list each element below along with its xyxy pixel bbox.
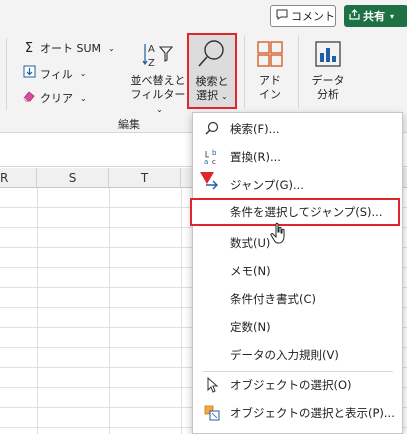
analyze-data-label-2: 分析 — [317, 88, 339, 101]
chevron-down-icon: ⌄ — [80, 93, 87, 103]
svg-text:b: b — [212, 149, 217, 157]
fill-label: フィル — [40, 67, 73, 81]
analyze-data-icon — [312, 38, 344, 70]
chevron-down-icon: ⌄ — [108, 43, 115, 53]
chevron-down-icon: ⌄ — [156, 105, 163, 114]
menu-item-find[interactable]: 検索(F)... — [193, 115, 402, 143]
svg-text:a: a — [204, 158, 208, 166]
find-select-label-2-text: 選択 — [196, 89, 219, 102]
menu-item-goto[interactable]: ジャンプ(G)... — [193, 171, 402, 199]
comment-button[interactable]: コメント — [270, 5, 336, 27]
mouse-cursor-icon — [270, 222, 286, 247]
find-select-label-2: 選択 ⌄ — [189, 89, 235, 104]
svg-text:A: A — [148, 44, 155, 55]
replace-icon: bac — [203, 148, 221, 166]
find-select-menu: 検索(F)... bac 置換(R)... ジャンプ(G)... 条件を選択して… — [190, 112, 403, 434]
svg-text:Z: Z — [148, 58, 155, 69]
selection-pane-icon — [203, 404, 221, 422]
addins-button[interactable]: アド イン — [250, 38, 290, 102]
share-button[interactable]: 共有 ▾ — [344, 5, 407, 27]
menu-item-label: オブジェクトの選択と表示(P)... — [230, 406, 395, 420]
share-icon — [349, 9, 360, 23]
menu-item-label: ジャンプ(G)... — [230, 178, 304, 192]
sort-filter-button[interactable]: A Z 並べ替えと フィルター ⌄ — [130, 38, 186, 117]
sigma-icon: Σ — [24, 40, 34, 56]
menu-item-label: 検索(F)... — [230, 122, 280, 136]
ribbon-divider — [298, 36, 299, 108]
annotation-arrow-head — [200, 172, 214, 184]
ribbon-divider — [244, 36, 245, 108]
select-objects-icon — [203, 376, 221, 394]
chevron-down-icon: ▾ — [390, 11, 395, 21]
menu-item-label: メモ(N) — [230, 264, 271, 278]
menu-item-label: オブジェクトの選択(O) — [230, 378, 352, 392]
fill-down-icon — [22, 65, 36, 82]
menu-item-constants[interactable]: 定数(N) — [193, 313, 402, 341]
column-header-s[interactable]: S — [37, 168, 109, 188]
menu-item-label: 定数(N) — [230, 320, 271, 334]
menu-item-data-validation[interactable]: データの入力規則(V) — [193, 341, 402, 369]
ribbon-divider — [6, 38, 7, 110]
menu-item-select-objects[interactable]: オブジェクトの選択(O) — [193, 371, 402, 399]
column-header-r[interactable]: R — [0, 168, 37, 188]
comment-icon — [276, 9, 288, 23]
share-label: 共有 — [363, 10, 385, 23]
autosum-label: オート SUM — [40, 42, 102, 55]
menu-item-label: 置換(R)... — [230, 150, 281, 164]
magnifier-icon — [196, 38, 228, 73]
clear-label: クリア — [40, 92, 73, 105]
fill-button[interactable]: フィル ⌄ — [22, 65, 86, 82]
menu-item-formulas[interactable]: 数式(U) — [193, 229, 402, 257]
menu-item-label: 条件を選択してジャンプ(S)... — [230, 205, 383, 219]
addins-icon — [254, 38, 286, 70]
autosum-button[interactable]: Σ オート SUM ⌄ — [22, 40, 115, 56]
analyze-data-button[interactable]: データ 分析 — [306, 38, 350, 102]
chevron-down-icon: ⌄ — [221, 92, 228, 101]
sort-filter-label-2: フィルター ⌄ — [130, 88, 186, 117]
menu-item-label: データの入力規則(V) — [230, 348, 339, 362]
sort-filter-icon: A Z — [142, 38, 174, 70]
menu-item-replace[interactable]: bac 置換(R)... — [193, 143, 402, 171]
menu-item-selection-pane[interactable]: オブジェクトの選択と表示(P)... — [193, 399, 402, 427]
menu-item-label: 条件付き書式(C) — [230, 292, 317, 306]
menu-item-conditional-formatting[interactable]: 条件付き書式(C) — [193, 285, 402, 313]
find-select-label-1: 検索と — [195, 75, 229, 88]
addins-label-2: イン — [259, 88, 281, 101]
menu-item-notes[interactable]: メモ(N) — [193, 257, 402, 285]
chevron-down-icon: ⌄ — [79, 69, 87, 78]
menu-item-goto-special[interactable]: 条件を選択してジャンプ(S)... — [190, 198, 400, 226]
addins-label-1: アド — [259, 74, 281, 87]
column-header-t[interactable]: T — [109, 168, 181, 188]
analyze-data-label-1: データ — [311, 74, 345, 87]
sort-filter-label-2-text: フィルター — [130, 88, 186, 101]
menu-item-label: 数式(U) — [230, 236, 271, 250]
svg-text:c: c — [212, 158, 216, 166]
editing-group-label: 編集 — [118, 118, 140, 131]
title-bar: コメント 共有 ▾ — [0, 0, 407, 32]
comment-label: コメント — [291, 10, 335, 23]
sort-filter-label-1: 並べ替えと — [130, 74, 186, 87]
eraser-icon — [22, 90, 36, 106]
find-select-button[interactable]: 検索と 選択 ⌄ — [187, 33, 237, 109]
clear-button[interactable]: クリア ⌄ — [22, 90, 87, 106]
find-select-label: 検索と 選択 ⌄ — [189, 75, 235, 104]
search-icon — [203, 120, 221, 138]
